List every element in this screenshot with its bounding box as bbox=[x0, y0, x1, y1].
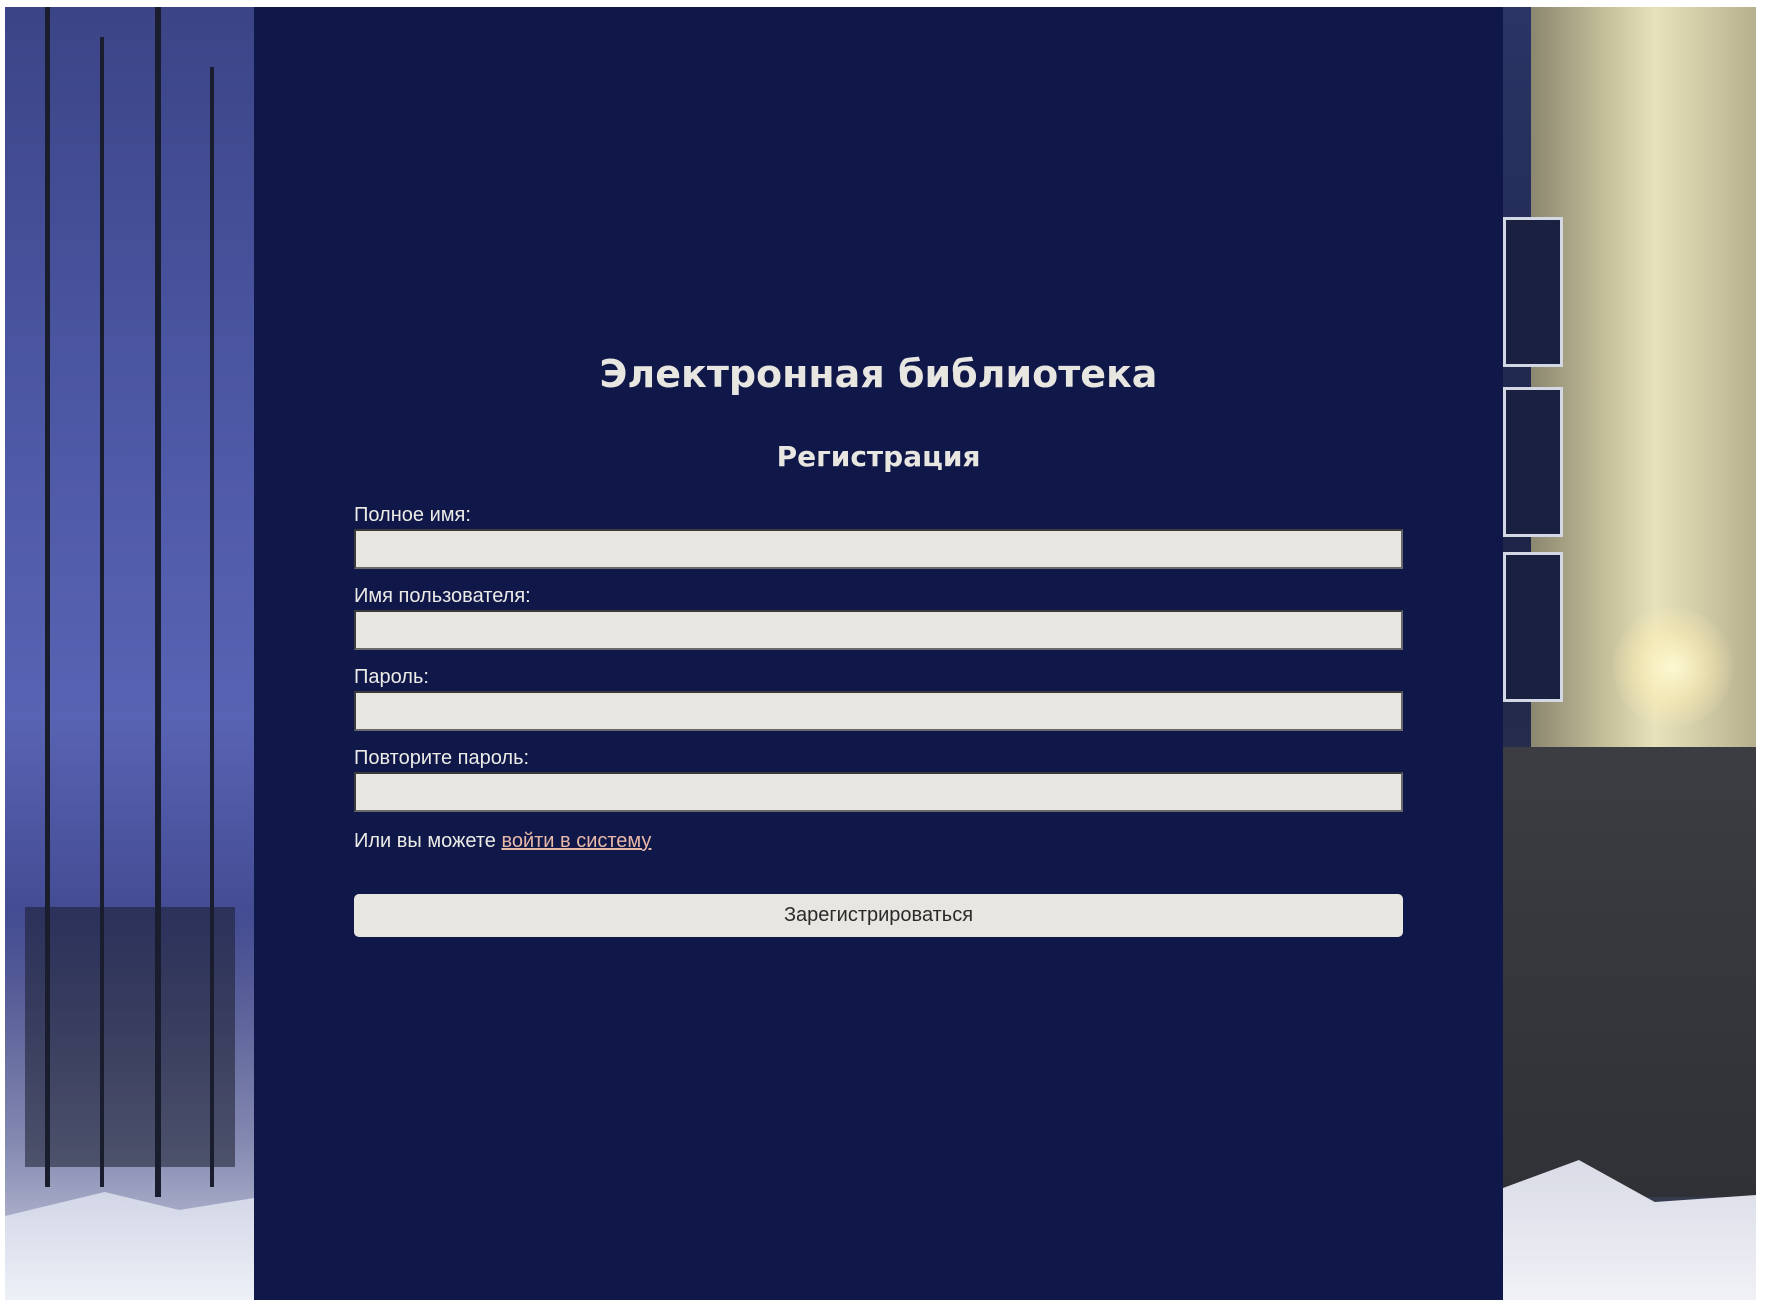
password-label: Пароль: bbox=[354, 666, 429, 688]
username-input[interactable] bbox=[354, 610, 1403, 650]
registration-panel: Электронная библиотека Регистрация Полно… bbox=[254, 7, 1503, 1300]
password-input[interactable] bbox=[354, 691, 1403, 731]
background-photo-left bbox=[5, 7, 254, 1300]
page-viewport: Электронная библиотека Регистрация Полно… bbox=[5, 7, 1756, 1300]
page-title: Электронная библиотека bbox=[599, 352, 1158, 396]
login-prompt: Или вы можете войти в систему bbox=[354, 828, 1403, 854]
repeat-password-input[interactable] bbox=[354, 772, 1403, 812]
full-name-input[interactable] bbox=[354, 529, 1403, 569]
repeat-password-label: Повторите пароль: bbox=[354, 747, 530, 769]
form-title: Регистрация bbox=[776, 440, 981, 473]
background-photo-right bbox=[1503, 7, 1756, 1300]
username-label: Имя пользователя: bbox=[354, 585, 531, 607]
register-button[interactable]: Зарегистрироваться bbox=[354, 894, 1403, 937]
full-name-label: Полное имя: bbox=[354, 504, 471, 526]
login-prompt-text: Или вы можете bbox=[354, 830, 502, 852]
login-link[interactable]: войти в систему bbox=[501, 830, 651, 852]
registration-form: Полное имя: Имя пользователя: Пароль: По… bbox=[354, 504, 1403, 937]
